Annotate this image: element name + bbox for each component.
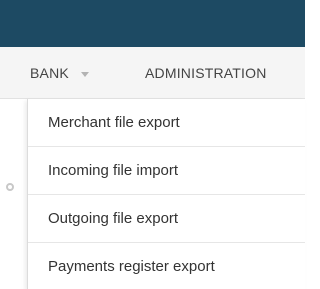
nav-menu-bank-label: BANK bbox=[30, 65, 69, 81]
bank-dropdown-menu: Merchant file export Incoming file impor… bbox=[27, 99, 305, 289]
main-navbar: BANK ADMINISTRATION bbox=[0, 47, 305, 99]
page-left-area bbox=[0, 99, 26, 289]
menu-item-outgoing-file-export[interactable]: Outgoing file export bbox=[28, 195, 305, 243]
nav-menu-administration-label: ADMINISTRATION bbox=[145, 65, 267, 81]
nav-menu-administration[interactable]: ADMINISTRATION bbox=[145, 47, 267, 99]
gear-icon[interactable] bbox=[6, 183, 14, 191]
menu-item-label: Outgoing file export bbox=[48, 210, 179, 227]
menu-item-label: Merchant file export bbox=[48, 114, 180, 131]
menu-item-label: Incoming file import bbox=[48, 162, 179, 179]
chevron-down-icon bbox=[80, 71, 89, 77]
nav-menu-bank[interactable]: BANK bbox=[30, 47, 89, 99]
menu-item-incoming-file-import[interactable]: Incoming file import bbox=[28, 147, 305, 195]
menu-item-payments-register-export[interactable]: Payments register export bbox=[28, 243, 305, 289]
menu-item-label: Payments register export bbox=[48, 257, 215, 275]
menu-item-merchant-file-export[interactable]: Merchant file export bbox=[28, 99, 305, 147]
top-header-bar bbox=[0, 0, 305, 47]
